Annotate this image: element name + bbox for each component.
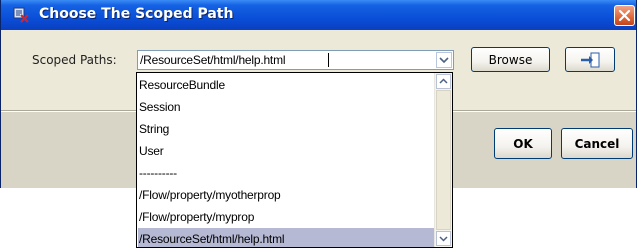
- scroll-up-button[interactable]: [436, 74, 451, 89]
- scoped-paths-dropdown-list[interactable]: ResourceBundle Session String User -----…: [136, 72, 453, 248]
- close-icon: [618, 9, 631, 22]
- import-arrow-icon: [581, 52, 600, 67]
- list-item[interactable]: ----------: [138, 162, 434, 184]
- close-button[interactable]: [614, 5, 635, 26]
- list-item[interactable]: Session: [138, 96, 434, 118]
- list-item[interactable]: ResourceBundle: [138, 74, 434, 96]
- chevron-down-icon: [439, 57, 449, 64]
- dialog-title: Choose The Scoped Path: [39, 6, 234, 22]
- scroll-down-button[interactable]: [436, 231, 451, 246]
- list-item-selected[interactable]: /ResourceSet/html/help.html: [138, 228, 434, 247]
- scoped-paths-input[interactable]: /ResourceSet/html/help.html: [140, 53, 286, 67]
- combo-dropdown-button[interactable]: [436, 52, 452, 68]
- scoped-paths-label: Scoped Paths:: [32, 53, 117, 67]
- dialog-app-icon: [13, 7, 29, 23]
- list-item[interactable]: /Flow/property/myprop: [138, 206, 434, 228]
- cancel-button[interactable]: Cancel: [561, 128, 633, 159]
- browse-button[interactable]: Browse: [471, 47, 550, 72]
- scroll-thumb[interactable]: [436, 90, 451, 230]
- chevron-down-icon: [439, 236, 448, 242]
- import-button[interactable]: [565, 47, 615, 72]
- chevron-up-icon: [439, 78, 448, 84]
- list-item[interactable]: String: [138, 118, 434, 140]
- list-item[interactable]: User: [138, 140, 434, 162]
- dropdown-scrollbar[interactable]: [434, 73, 452, 247]
- list-item[interactable]: /Flow/property/myotherprop: [138, 184, 434, 206]
- text-caret: [328, 53, 329, 67]
- ok-button[interactable]: OK: [494, 128, 552, 159]
- title-bar[interactable]: Choose The Scoped Path: [1, 0, 636, 30]
- scoped-paths-combobox[interactable]: /ResourceSet/html/help.html: [137, 50, 454, 70]
